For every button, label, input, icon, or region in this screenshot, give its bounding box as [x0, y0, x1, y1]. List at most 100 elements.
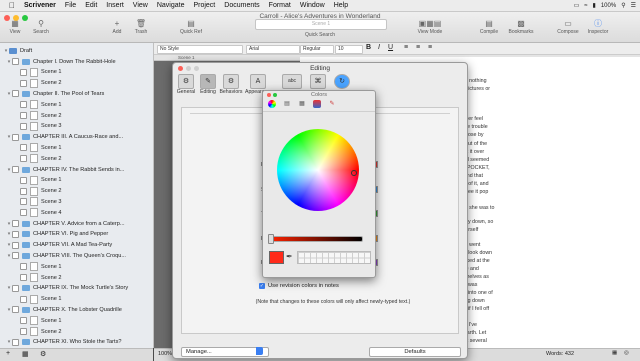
gear-icon[interactable]: ⚙	[40, 350, 46, 358]
style-select[interactable]: No Style	[157, 44, 243, 54]
align-center-icon[interactable]: ≡	[416, 44, 420, 51]
apple-icon[interactable]: 	[9, 1, 15, 10]
align-right-icon[interactable]: ≡	[428, 44, 432, 51]
menu-help[interactable]: Help	[334, 2, 348, 9]
bold-button[interactable]: B	[366, 44, 371, 51]
tab-editing[interactable]: ✎ Editing	[197, 74, 219, 95]
zoom-level[interactable]: 100%	[158, 351, 172, 357]
include-checkbox[interactable]	[20, 317, 27, 325]
tab-corrections[interactable]: abc	[281, 74, 303, 89]
footer-comment-icon[interactable]: ▦	[612, 350, 617, 356]
trash-button[interactable]: 🗑 Trash	[126, 19, 156, 35]
binder-chapter-item[interactable]: ▾ CHAPTER VII. A Mad Tea-Party	[0, 239, 153, 251]
chevron-down-icon[interactable]	[256, 347, 263, 355]
weight-select[interactable]: Regular	[300, 44, 334, 54]
binder-scene-item[interactable]: Scene 1	[0, 99, 153, 111]
menu-window[interactable]: Window	[300, 2, 325, 9]
menu-scrivener[interactable]: Scrivener	[24, 2, 56, 9]
menu-edit[interactable]: Edit	[85, 2, 97, 9]
revision-colors-checkbox[interactable]: ✓	[259, 283, 265, 289]
binder-scene-item[interactable]: Scene 2	[0, 185, 153, 197]
binder-scene-item[interactable]: Scene 1	[0, 293, 153, 305]
view-mode-control[interactable]: ▣▦▤ View Mode	[410, 19, 450, 35]
binder-scene-item[interactable]: Scene 3	[0, 196, 153, 208]
include-checkbox[interactable]	[20, 209, 27, 217]
menu-format[interactable]: Format	[269, 2, 291, 9]
include-checkbox[interactable]	[20, 176, 27, 184]
font-select[interactable]: Arial	[246, 44, 300, 54]
include-checkbox[interactable]	[12, 241, 19, 249]
tab-shortcuts[interactable]: ⌘	[309, 74, 327, 89]
search-icon[interactable]: ⚲	[621, 2, 625, 9]
include-checkbox[interactable]	[20, 101, 27, 109]
binder-scene-item[interactable]: Scene 1	[0, 175, 153, 187]
binder-chapter-item[interactable]: ▾ CHAPTER XI. Who Stole the Tarts?	[0, 337, 153, 348]
binder-chapter-item[interactable]: ▾ CHAPTER V. Advice from a Caterp...	[0, 218, 153, 230]
sliders-icon[interactable]: ▤	[283, 100, 291, 108]
include-checkbox[interactable]	[20, 187, 27, 195]
airplay-icon[interactable]: ▭	[574, 2, 580, 9]
binder-chapter-item[interactable]: ▾ Chapter I. Down The Rabbit-Hole	[0, 56, 153, 68]
binder-scene-item[interactable]: Scene 1	[0, 67, 153, 79]
eyedropper-icon[interactable]: ✒	[286, 252, 293, 261]
binder-chapter-item[interactable]: ▾ CHAPTER III. A Caucus-Race and...	[0, 131, 153, 143]
footer-target-icon[interactable]: ◎	[624, 350, 629, 356]
bookmarks-button[interactable]: ▩ Bookmarks	[503, 19, 539, 35]
wifi-icon[interactable]: ≈	[584, 3, 587, 9]
color-wheel[interactable]	[277, 129, 359, 211]
menu-insert[interactable]: Insert	[106, 2, 124, 9]
binder-scene-item[interactable]: Scene 2	[0, 110, 153, 122]
binder-chapter-item[interactable]: ▾ CHAPTER VI. Pig and Pepper	[0, 229, 153, 241]
include-checkbox[interactable]	[12, 166, 19, 174]
include-checkbox[interactable]	[12, 58, 19, 66]
include-checkbox[interactable]	[12, 252, 19, 260]
include-checkbox[interactable]	[20, 122, 27, 130]
include-checkbox[interactable]	[20, 79, 27, 87]
binder-scene-item[interactable]: Scene 3	[0, 121, 153, 133]
binder-scene-item[interactable]: Scene 2	[0, 272, 153, 284]
size-select[interactable]: 10	[335, 44, 363, 54]
menu-project[interactable]: Project	[193, 2, 215, 9]
include-checkbox[interactable]	[20, 144, 27, 152]
tab-backup[interactable]: ↻	[333, 74, 351, 89]
tab-general[interactable]: ⚙ General	[175, 74, 197, 95]
binder-scene-item[interactable]: Scene 4	[0, 207, 153, 219]
inspector-button[interactable]: ⓘ Inspector	[582, 19, 614, 35]
binder-scene-item[interactable]: Scene 2	[0, 77, 153, 89]
binder-chapter-item[interactable]: ▾ CHAPTER IX. The Mock Turtle's Story	[0, 283, 153, 295]
color-wheel-cursor[interactable]	[351, 170, 357, 176]
include-checkbox[interactable]	[12, 220, 19, 228]
include-checkbox[interactable]	[12, 306, 19, 314]
binder-draft-item[interactable]: ▾ Draft	[0, 45, 153, 57]
binder-scene-item[interactable]: Scene 2	[0, 326, 153, 338]
add-item-icon[interactable]: +	[6, 350, 10, 357]
include-checkbox[interactable]	[20, 295, 27, 303]
brightness-slider[interactable]	[269, 236, 363, 242]
notification-icon[interactable]: ☰	[631, 2, 636, 9]
compile-button[interactable]: ▤ Compile	[474, 19, 504, 35]
battery-icon[interactable]: ▮	[593, 2, 596, 9]
binder-scene-item[interactable]: Scene 1	[0, 315, 153, 327]
quick-search-input[interactable]: Scene 1	[255, 19, 387, 30]
binder-chapter-item[interactable]: ▾ CHAPTER IV. The Rabbit Sends in...	[0, 164, 153, 176]
folder-add-icon[interactable]: ▦	[22, 350, 29, 358]
binder-scene-item[interactable]: Scene 2	[0, 153, 153, 165]
menu-view[interactable]: View	[133, 2, 148, 9]
binder-chapter-item[interactable]: ▾ CHAPTER X. The Lobster Quadrille	[0, 304, 153, 316]
menu-file[interactable]: File	[65, 2, 76, 9]
defaults-button[interactable]: Defaults	[369, 347, 461, 357]
include-checkbox[interactable]	[12, 284, 19, 292]
current-color-swatch[interactable]	[269, 251, 284, 264]
binder-scene-item[interactable]: Scene 1	[0, 261, 153, 273]
binder-chapter-item[interactable]: ▾ Chapter II. The Pool of Tears	[0, 88, 153, 100]
include-checkbox[interactable]	[12, 338, 19, 346]
include-checkbox[interactable]	[20, 68, 27, 76]
image-palettes-icon[interactable]	[313, 100, 321, 108]
include-checkbox[interactable]	[20, 328, 27, 336]
include-checkbox[interactable]	[20, 263, 27, 271]
include-checkbox[interactable]	[20, 198, 27, 206]
include-checkbox[interactable]	[12, 133, 19, 141]
quick-ref-button[interactable]: ▤ Quick Ref	[176, 19, 206, 35]
compose-button[interactable]: ▭ Compose	[553, 19, 583, 35]
include-checkbox[interactable]	[20, 155, 27, 163]
